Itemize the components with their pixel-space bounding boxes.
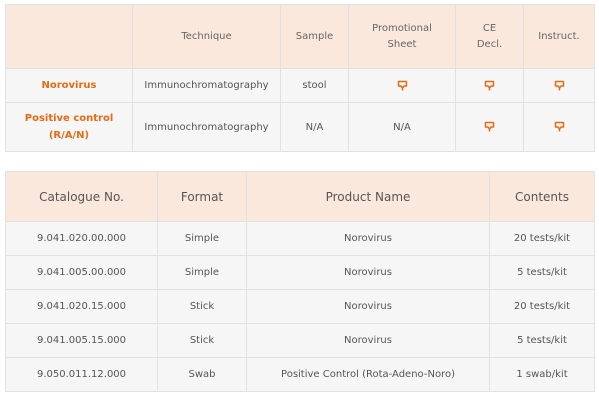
- contents-cell: 20 tests/kit: [489, 289, 595, 324]
- header-ce-declaration-label: CE Decl.: [476, 22, 503, 50]
- header-catalogue-no: Catalogue No.: [5, 171, 158, 222]
- download-icon[interactable]: [554, 121, 565, 132]
- promotional-sheet-cell: [348, 68, 456, 103]
- format-cell: Stick: [157, 323, 247, 358]
- sample-cell: stool: [280, 68, 349, 103]
- catalogue-no-cell: 9.041.020.15.000: [5, 289, 158, 324]
- contents-cell: 20 tests/kit: [489, 221, 595, 256]
- catalogue-no-cell: 9.041.005.00.000: [5, 255, 158, 290]
- product-name-cell: Norovirus: [246, 221, 490, 256]
- catalogue-no-cell: 9.050.011.12.000: [5, 357, 158, 392]
- header-contents: Contents: [489, 171, 595, 222]
- header-ce-declaration: CE Decl.: [455, 4, 524, 69]
- ce-declaration-cell: [455, 102, 524, 152]
- header-format: Format: [157, 171, 247, 222]
- header-instructions: Instruct.: [523, 4, 595, 69]
- ce-declaration-cell: [455, 68, 524, 103]
- header-product: [5, 4, 133, 69]
- table-header-row: Catalogue No. Format Product Name Conten…: [5, 171, 595, 222]
- technique-cell: Immunochromatography: [132, 68, 281, 103]
- promotional-sheet-cell: N/A: [348, 102, 456, 152]
- table-row: Positive control (R/A/N) Immunochromatog…: [5, 102, 595, 152]
- sample-cell: N/A: [280, 102, 349, 152]
- download-icon[interactable]: [554, 80, 565, 91]
- format-cell: Stick: [157, 289, 247, 324]
- table-row: 9.041.005.00.000 Simple Norovirus 5 test…: [5, 255, 595, 290]
- product-name[interactable]: Norovirus: [5, 68, 133, 103]
- header-product-name: Product Name: [246, 171, 490, 222]
- table-header-row: Technique Sample Promotional Sheet CE De…: [5, 4, 595, 69]
- format-cell: Simple: [157, 255, 247, 290]
- product-name-cell: Norovirus: [246, 255, 490, 290]
- instructions-cell: [523, 102, 595, 152]
- catalogue-table: Catalogue No. Format Product Name Conten…: [5, 171, 595, 392]
- table-row: Norovirus Immunochromatography stool: [5, 68, 595, 103]
- product-name-cell: Positive Control (Rota-Adeno-Noro): [246, 357, 490, 392]
- product-name[interactable]: Positive control (R/A/N): [5, 102, 133, 152]
- format-cell: Simple: [157, 221, 247, 256]
- header-promotional-sheet-label: Promotional Sheet: [372, 22, 432, 50]
- table-row: 9.041.020.00.000 Simple Norovirus 20 tes…: [5, 221, 595, 256]
- download-icon[interactable]: [484, 121, 495, 132]
- download-icon[interactable]: [484, 80, 495, 91]
- table-row: 9.050.011.12.000 Swab Positive Control (…: [5, 357, 595, 392]
- format-cell: Swab: [157, 357, 247, 392]
- product-name-cell: Norovirus: [246, 289, 490, 324]
- product-documents-table: Technique Sample Promotional Sheet CE De…: [5, 4, 595, 152]
- contents-cell: 5 tests/kit: [489, 323, 595, 358]
- product-name-label: Positive control (R/A/N): [24, 113, 114, 141]
- contents-cell: 5 tests/kit: [489, 255, 595, 290]
- header-promotional-sheet: Promotional Sheet: [348, 4, 456, 69]
- table-row: 9.041.020.15.000 Stick Norovirus 20 test…: [5, 289, 595, 324]
- catalogue-no-cell: 9.041.005.15.000: [5, 323, 158, 358]
- download-icon[interactable]: [397, 80, 408, 91]
- table-row: 9.041.005.15.000 Stick Norovirus 5 tests…: [5, 323, 595, 358]
- contents-cell: 1 swab/kit: [489, 357, 595, 392]
- product-name-cell: Norovirus: [246, 323, 490, 358]
- instructions-cell: [523, 68, 595, 103]
- header-technique: Technique: [132, 4, 281, 69]
- technique-cell: Immunochromatography: [132, 102, 281, 152]
- catalogue-no-cell: 9.041.020.00.000: [5, 221, 158, 256]
- header-sample: Sample: [280, 4, 349, 69]
